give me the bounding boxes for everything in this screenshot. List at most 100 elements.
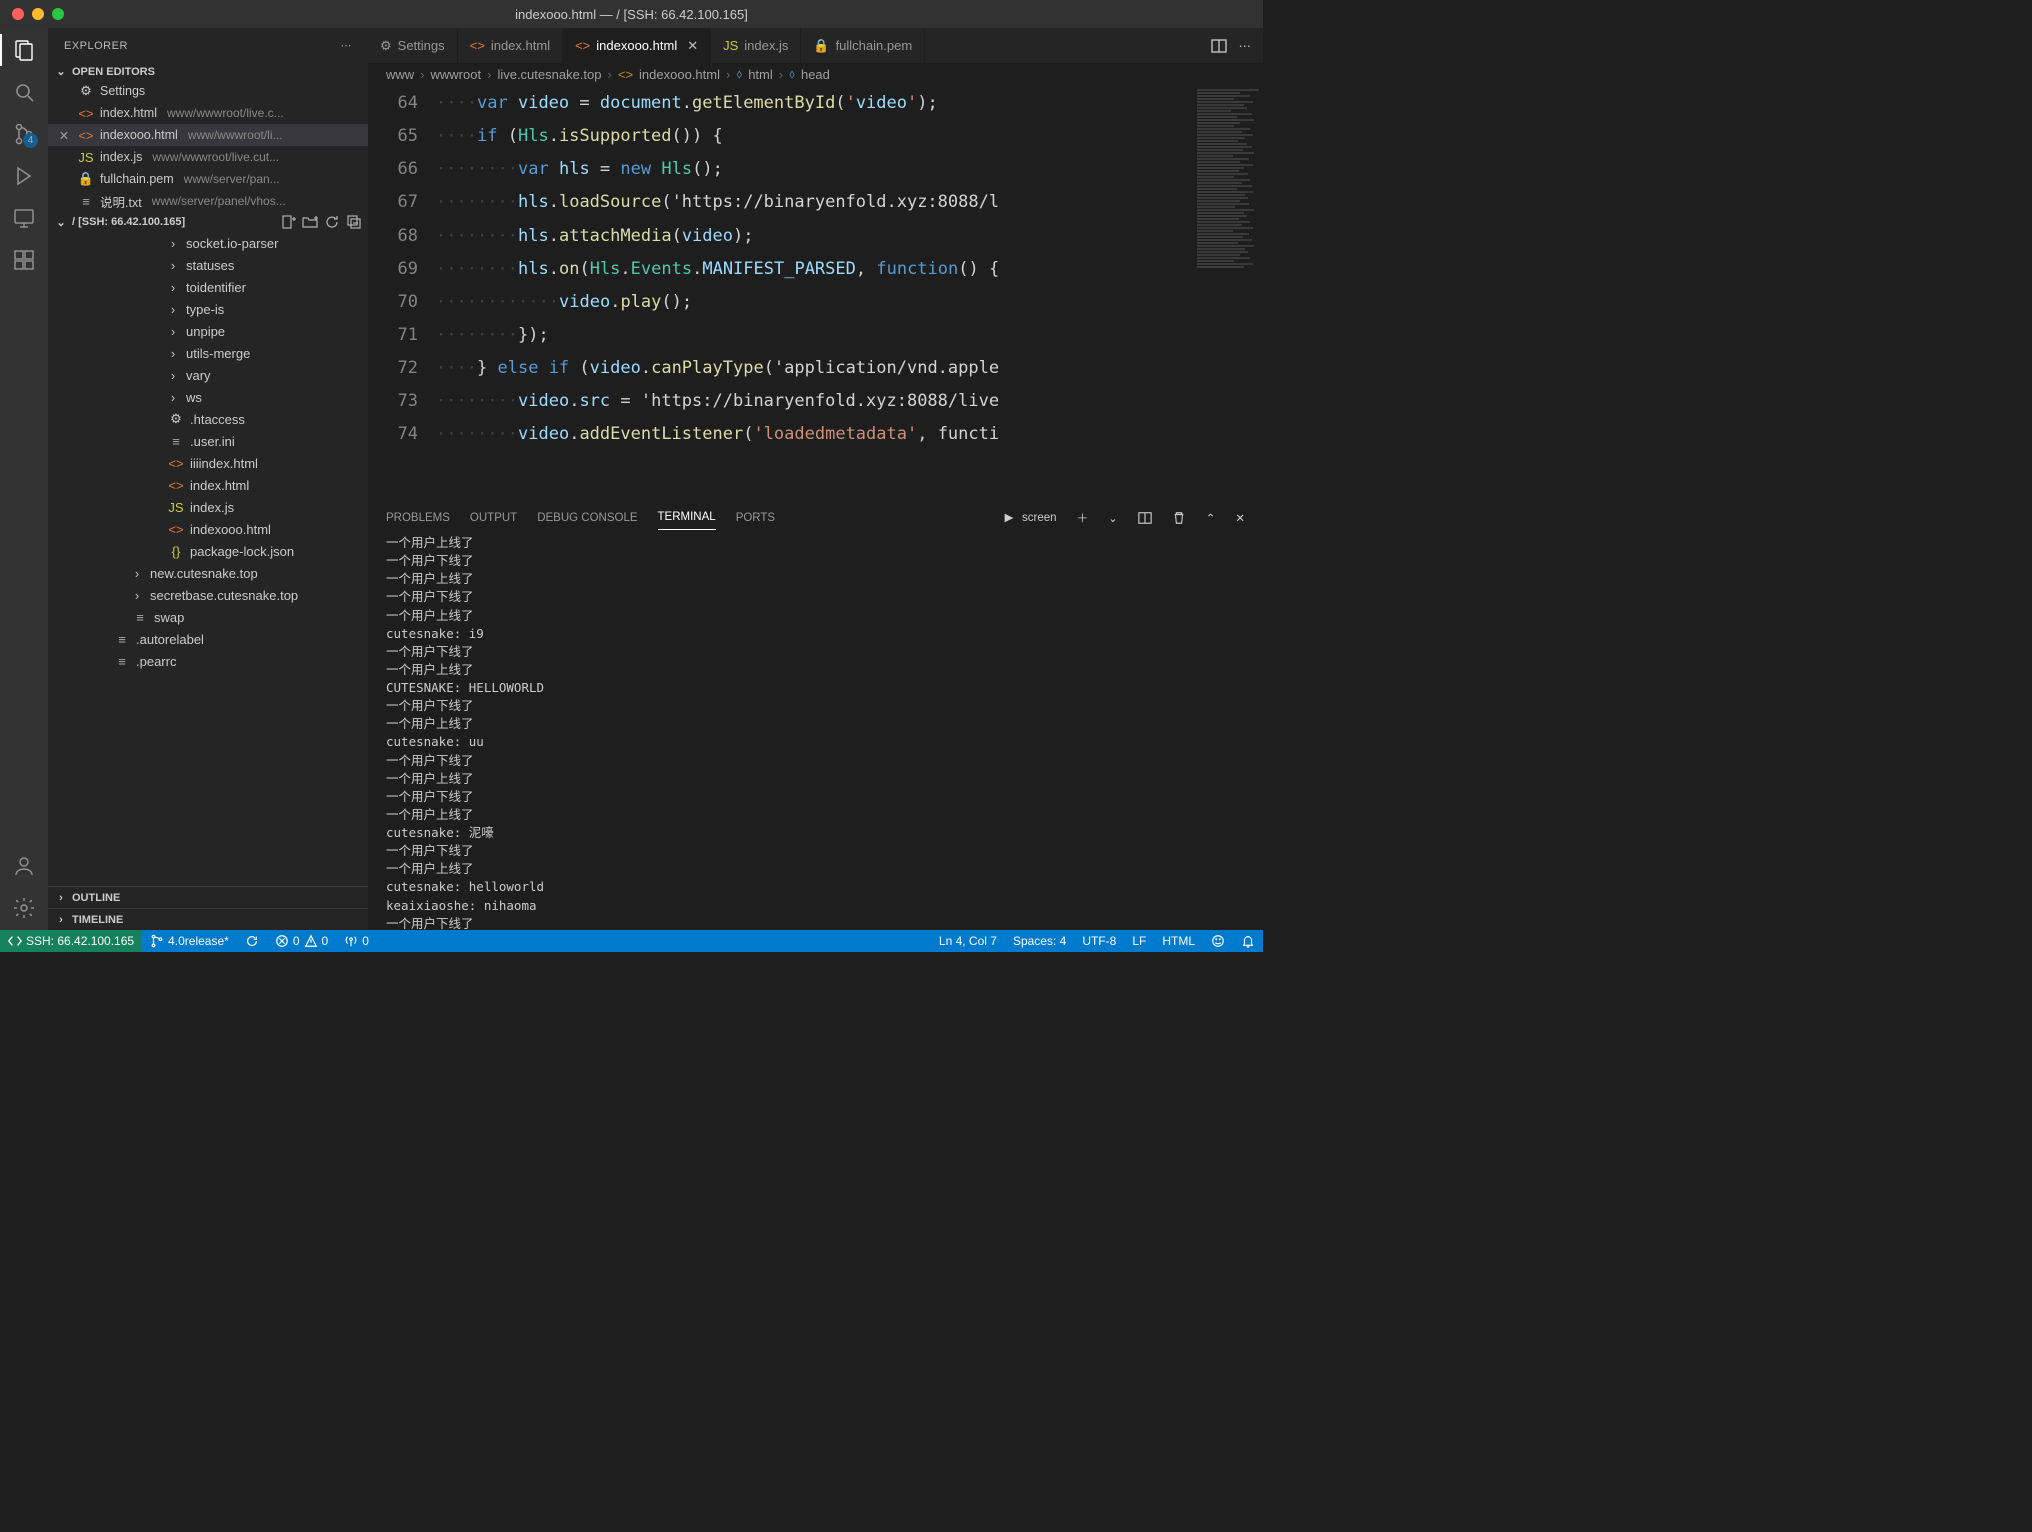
open-editor-item[interactable]: JSindex.jswww/wwwroot/live.cut... (48, 146, 368, 168)
outline-header[interactable]: › OUTLINE (48, 886, 368, 908)
more-actions-icon[interactable]: ⋯ (1239, 38, 1252, 53)
timeline-header[interactable]: › TIMELINE (48, 908, 368, 930)
file-item[interactable]: ›≡.autorelabel (48, 628, 368, 650)
terminal-dropdown-icon[interactable]: ⌄ (1108, 511, 1118, 525)
file-item[interactable]: ›{}package-lock.json (48, 540, 368, 562)
chevron-down-icon: ⌄ (54, 216, 68, 229)
open-editor-item[interactable]: <>index.htmlwww/wwwroot/live.c... (48, 102, 368, 124)
output-tab[interactable]: OUTPUT (470, 506, 517, 530)
collapse-all-icon[interactable] (346, 214, 362, 230)
editor-tab[interactable]: ⚙Settings (368, 28, 458, 63)
scm-badge: 4 (23, 133, 38, 148)
txt-file-icon: ≡ (114, 654, 130, 669)
split-terminal-icon[interactable] (1138, 511, 1152, 525)
chevron-right-icon: › (130, 566, 144, 581)
code-editor[interactable]: 6465666768697071727374 ····var video = d… (368, 85, 1263, 500)
folder-item[interactable]: ›new.cutesnake.top (48, 562, 368, 584)
close-icon[interactable]: ✕ (56, 128, 72, 143)
file-item[interactable]: ›≡.user.ini (48, 430, 368, 452)
file-item[interactable]: ›<>indexooo.html (48, 518, 368, 540)
close-window-button[interactable] (12, 8, 24, 20)
ports-tab[interactable]: PORTS (736, 506, 775, 530)
file-item[interactable]: ›JSindex.js (48, 496, 368, 518)
terminal-profile[interactable]: screen (1002, 511, 1057, 525)
folder-item[interactable]: ›type-is (48, 298, 368, 320)
file-item[interactable]: ›⚙.htaccess (48, 408, 368, 430)
new-file-icon[interactable] (280, 214, 296, 230)
open-editor-item[interactable]: ✕<>indexooo.htmlwww/wwwroot/li... (48, 124, 368, 146)
sync-icon[interactable] (237, 930, 267, 952)
zoom-window-button[interactable] (52, 8, 64, 20)
folder-item[interactable]: ›unpipe (48, 320, 368, 342)
folder-item[interactable]: ›socket.io-parser (48, 232, 368, 254)
notifications-icon[interactable] (1233, 930, 1263, 952)
encoding[interactable]: UTF-8 (1074, 930, 1124, 952)
editor-tab[interactable]: <>indexooo.html✕ (563, 28, 711, 63)
minimize-window-button[interactable] (32, 8, 44, 20)
open-editors-section: ⌄ OPEN EDITORS ⚙Settings<>index.htmlwww/… (48, 63, 368, 212)
folder-item[interactable]: ›utils-merge (48, 342, 368, 364)
open-editor-item[interactable]: 🔒fullchain.pemwww/server/pan... (48, 168, 368, 190)
title-bar: indexooo.html — / [SSH: 66.42.100.165] (0, 0, 1263, 28)
new-terminal-icon[interactable]: ＋ (1077, 510, 1089, 526)
run-debug-icon[interactable] (12, 164, 36, 188)
kill-terminal-icon[interactable] (1172, 511, 1186, 525)
breadcrumb[interactable]: www› wwwroot› live.cutesnake.top› <> ind… (368, 63, 1263, 85)
folder-item[interactable]: ›statuses (48, 254, 368, 276)
chevron-right-icon: › (166, 368, 180, 383)
file-item[interactable]: ›<>iiiindex.html (48, 452, 368, 474)
close-tab-icon[interactable]: ✕ (687, 38, 698, 54)
problems-status[interactable]: 0 0 (267, 930, 336, 952)
editor-tab[interactable]: 🔒fullchain.pem (801, 28, 925, 63)
terminal-tab[interactable]: TERMINAL (658, 505, 716, 530)
settings-gear-icon[interactable] (12, 896, 36, 920)
problems-tab[interactable]: PROBLEMS (386, 506, 450, 530)
chevron-down-icon: ⌄ (54, 65, 68, 78)
new-folder-icon[interactable] (302, 214, 318, 230)
minimap[interactable] (1193, 85, 1263, 500)
source-control-icon[interactable]: 4 (12, 122, 36, 146)
editor-tabs: ⚙Settings<>index.html<>indexooo.html✕JSi… (368, 28, 1263, 63)
file-item[interactable]: ›<>index.html (48, 474, 368, 496)
folder-item[interactable]: ›toidentifier (48, 276, 368, 298)
refresh-icon[interactable] (324, 214, 340, 230)
terminal-content[interactable]: 一个用户上线了 一个用户下线了 一个用户上线了 一个用户下线了 一个用户上线了 … (368, 534, 1263, 930)
folder-item[interactable]: ›vary (48, 364, 368, 386)
search-icon[interactable] (12, 80, 36, 104)
folder-tree[interactable]: ›socket.io-parser›statuses›toidentifier›… (48, 232, 368, 886)
panel-tabs: PROBLEMS OUTPUT DEBUG CONSOLE TERMINAL P… (368, 501, 1263, 534)
code-content[interactable]: ····var video = document.getElementById(… (436, 85, 1263, 500)
open-editors-header[interactable]: ⌄ OPEN EDITORS (48, 63, 368, 80)
editor-tab[interactable]: <>index.html (458, 28, 563, 63)
window-title: indexooo.html — / [SSH: 66.42.100.165] (515, 7, 748, 22)
remote-explorer-icon[interactable] (12, 206, 36, 230)
open-editor-item[interactable]: ≡说明.txtwww/server/panel/vhos... (48, 190, 368, 212)
debug-console-tab[interactable]: DEBUG CONSOLE (537, 506, 637, 530)
split-editor-icon[interactable] (1211, 38, 1227, 54)
maximize-panel-icon[interactable]: ⌃ (1206, 511, 1216, 525)
eol[interactable]: LF (1124, 930, 1154, 952)
editor-tab[interactable]: JSindex.js (711, 28, 801, 63)
cursor-position[interactable]: Ln 4, Col 7 (931, 930, 1005, 952)
explorer-icon[interactable] (12, 38, 36, 62)
git-branch[interactable]: 4.0release* (142, 930, 237, 952)
chevron-right-icon: › (166, 258, 180, 273)
feedback-icon[interactable] (1203, 930, 1233, 952)
open-editor-item[interactable]: ⚙Settings (48, 80, 368, 102)
sidebar-more-icon[interactable]: ⋯ (341, 39, 353, 52)
chevron-right-icon: › (166, 346, 180, 361)
folder-header[interactable]: ⌄ / [SSH: 66.42.100.165] (48, 212, 368, 232)
file-item[interactable]: ›≡swap (48, 606, 368, 628)
radio-tower-icon[interactable]: 0 (336, 930, 377, 952)
indentation[interactable]: Spaces: 4 (1005, 930, 1074, 952)
extensions-icon[interactable] (12, 248, 36, 272)
html-file-icon: <> (168, 478, 184, 493)
remote-indicator[interactable]: SSH: 66.42.100.165 (0, 930, 142, 952)
accounts-icon[interactable] (12, 854, 36, 878)
folder-item[interactable]: ›secretbase.cutesnake.top (48, 584, 368, 606)
sidebar-header: EXPLORER ⋯ (48, 28, 368, 63)
file-item[interactable]: ›≡.pearrc (48, 650, 368, 672)
close-panel-icon[interactable]: ✕ (1235, 511, 1245, 525)
folder-item[interactable]: ›ws (48, 386, 368, 408)
language-mode[interactable]: HTML (1154, 930, 1203, 952)
